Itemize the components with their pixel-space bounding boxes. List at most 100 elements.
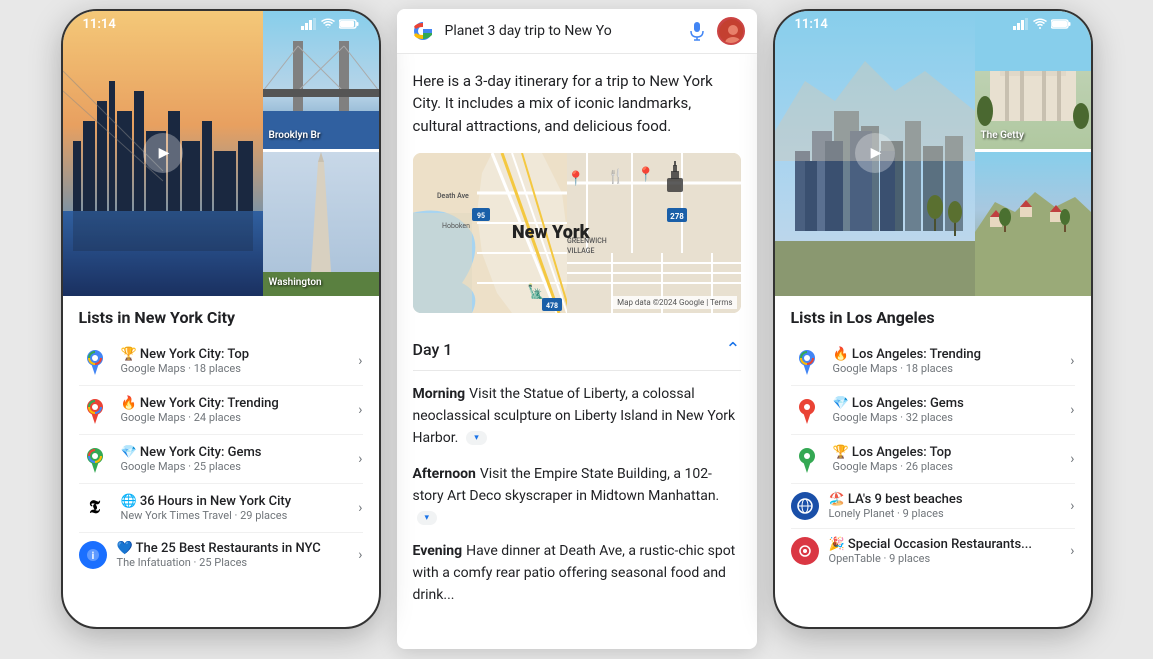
user-avatar[interactable]: [717, 17, 745, 45]
svg-text:🍴: 🍴: [607, 168, 624, 185]
list-info-1: 🏆 New York City: Top Google Maps · 18 pl…: [121, 347, 359, 375]
opentable-icon: [791, 537, 819, 565]
chevron-icon-5: ›: [358, 547, 362, 563]
chevron-la-4: ›: [1070, 498, 1074, 514]
maps-pin-icon-1: [79, 345, 111, 377]
mic-icon[interactable]: [685, 19, 709, 43]
list-item-la-2[interactable]: 💎 Los Angeles: Gems Google Maps · 32 pla…: [791, 386, 1075, 435]
list-name-5: 💙 The 25 Best Restaurants in NYC: [117, 541, 359, 556]
list-info-la-2: 💎 Los Angeles: Gems Google Maps · 32 pla…: [833, 396, 1071, 424]
expand-icon: ⌃: [725, 339, 740, 360]
list-item-la-1[interactable]: 🔥 Los Angeles: Trending Google Maps · 18…: [791, 337, 1075, 386]
chevron-icon-1: ›: [358, 353, 362, 369]
list-info-la-1: 🔥 Los Angeles: Trending Google Maps · 18…: [833, 347, 1071, 375]
list-item[interactable]: 🔥 New York City: Trending Google Maps · …: [79, 386, 363, 435]
list-item[interactable]: 🏆 New York City: Top Google Maps · 18 pl…: [79, 337, 363, 386]
chevron-icon-3: ›: [358, 451, 362, 467]
list-name-la-2: 💎 Los Angeles: Gems: [833, 396, 1071, 411]
wifi-icon-right: [1033, 18, 1047, 30]
afternoon-expand[interactable]: [417, 511, 438, 525]
list-item-la-3[interactable]: 🏆 Los Angeles: Top Google Maps · 26 plac…: [791, 435, 1075, 484]
search-query[interactable]: Planet 3 day trip to New Yo: [445, 23, 677, 39]
svg-text:Death Ave: Death Ave: [437, 192, 469, 200]
svg-text:📍: 📍: [567, 170, 584, 187]
afternoon-label: Afternoon: [413, 466, 476, 482]
left-phone: 11:14: [61, 9, 381, 629]
chevron-la-2: ›: [1070, 402, 1074, 418]
left-hero-main: [63, 11, 263, 296]
list-name-la-3: 🏆 Los Angeles: Top: [833, 445, 1071, 460]
left-play-button[interactable]: [143, 133, 183, 173]
svg-text:478: 478: [545, 302, 557, 310]
morning-label: Morning: [413, 386, 466, 402]
list-item-la-4[interactable]: 🏖️ LA's 9 best beaches Lonely Planet · 9…: [791, 484, 1075, 529]
left-lists-title: Lists in New York City: [79, 308, 363, 327]
right-hero-side: The Getty: [975, 11, 1091, 296]
list-info-la-3: 🏆 Los Angeles: Top Google Maps · 26 plac…: [833, 445, 1071, 473]
list-info-5: 💙 The 25 Best Restaurants in NYC The Inf…: [117, 541, 359, 569]
list-item[interactable]: i 💙 The 25 Best Restaurants in NYC The I…: [79, 533, 363, 577]
left-time: 11:14: [83, 17, 116, 32]
result-content: Here is a 3-day itinerary for a trip to …: [397, 54, 757, 637]
right-lists-title: Lists in Los Angeles: [791, 308, 1075, 327]
list-meta-5: The Infatuation · 25 Places: [117, 556, 359, 569]
list-meta-4: New York Times Travel · 29 places: [121, 509, 359, 522]
list-name-4: 🌐 36 Hours in New York City: [121, 494, 359, 509]
list-meta-la-2: Google Maps · 32 places: [833, 411, 1071, 424]
brooklyn-bridge-label: Brooklyn Br: [269, 130, 321, 141]
wifi-icon: [321, 18, 335, 30]
list-meta-3: Google Maps · 25 places: [121, 460, 359, 473]
intro-text: Here is a 3-day itinerary for a trip to …: [413, 70, 741, 138]
search-bar: Planet 3 day trip to New Yo: [397, 9, 757, 54]
getty-label: The Getty: [981, 130, 1024, 141]
svg-text:🗽: 🗽: [527, 282, 544, 300]
evening-item: Evening Have dinner at Death Ave, a rust…: [413, 540, 741, 606]
svg-text:278: 278: [670, 212, 684, 221]
maps-pin-icon-3: [79, 443, 111, 475]
chevron-icon-2: ›: [358, 402, 362, 418]
list-meta-2: Google Maps · 24 places: [121, 411, 359, 424]
list-item-la-5[interactable]: 🎉 Special Occasion Restaurants... OpenTa…: [791, 529, 1075, 573]
left-hero-images: Brooklyn Br: [63, 11, 379, 296]
list-item[interactable]: 𝕿 🌐 36 Hours in New York City New York T…: [79, 484, 363, 533]
list-item[interactable]: 💎 New York City: Gems Google Maps · 25 p…: [79, 435, 363, 484]
right-phone: 11:14: [773, 9, 1093, 629]
list-info-la-4: 🏖️ LA's 9 best beaches Lonely Planet · 9…: [829, 492, 1071, 520]
signal-icon-right: [1013, 18, 1029, 30]
map-container[interactable]: Death Ave Hoboken GREENWICH VILLAGE 278 …: [413, 153, 741, 313]
list-name-1: 🏆 New York City: Top: [121, 347, 359, 362]
right-hero-images: The Getty: [775, 11, 1091, 296]
signal-icon: [301, 18, 317, 30]
left-status-bar: 11:14: [63, 11, 379, 34]
list-info-4: 🌐 36 Hours in New York City New York Tim…: [121, 494, 359, 522]
list-info-la-5: 🎉 Special Occasion Restaurants... OpenTa…: [829, 537, 1071, 565]
list-info-2: 🔥 New York City: Trending Google Maps · …: [121, 396, 359, 424]
list-meta-1: Google Maps · 18 places: [121, 362, 359, 375]
day1-label: Day 1: [413, 340, 453, 359]
list-name-la-1: 🔥 Los Angeles: Trending: [833, 347, 1071, 362]
left-hero-side-bottom: Washington: [263, 152, 379, 296]
afternoon-item: Afternoon Visit the Empire State Buildin…: [413, 463, 741, 526]
maps-pin-icon-2: [79, 394, 111, 426]
list-info-3: 💎 New York City: Gems Google Maps · 25 p…: [121, 445, 359, 473]
svg-text:New York: New York: [512, 222, 591, 243]
right-lists-section: Lists in Los Angeles 🔥 Los Angeles: Tren…: [775, 296, 1091, 585]
right-play-button[interactable]: [855, 133, 895, 173]
left-status-icons: [301, 18, 359, 30]
right-hero-main: [775, 11, 975, 296]
morning-expand[interactable]: [466, 431, 487, 445]
chevron-icon-4: ›: [358, 500, 362, 516]
svg-text:i: i: [91, 551, 94, 562]
map-background: Death Ave Hoboken GREENWICH VILLAGE 278 …: [413, 153, 741, 313]
left-lists-section: Lists in New York City 🏆 New York City: …: [63, 296, 379, 589]
list-name-3: 💎 New York City: Gems: [121, 445, 359, 460]
evening-label: Evening: [413, 543, 463, 559]
lonelyplanet-icon: [791, 492, 819, 520]
day1-header[interactable]: Day 1 ⌃: [413, 329, 741, 371]
list-meta-la-3: Google Maps · 26 places: [833, 460, 1071, 473]
nyt-icon: 𝕿: [79, 492, 111, 524]
list-name-2: 🔥 New York City: Trending: [121, 396, 359, 411]
list-meta-la-1: Google Maps · 18 places: [833, 362, 1071, 375]
morning-item: Morning Visit the Statue of Liberty, a c…: [413, 383, 741, 449]
maps-pin-icon-la-3: [791, 443, 823, 475]
